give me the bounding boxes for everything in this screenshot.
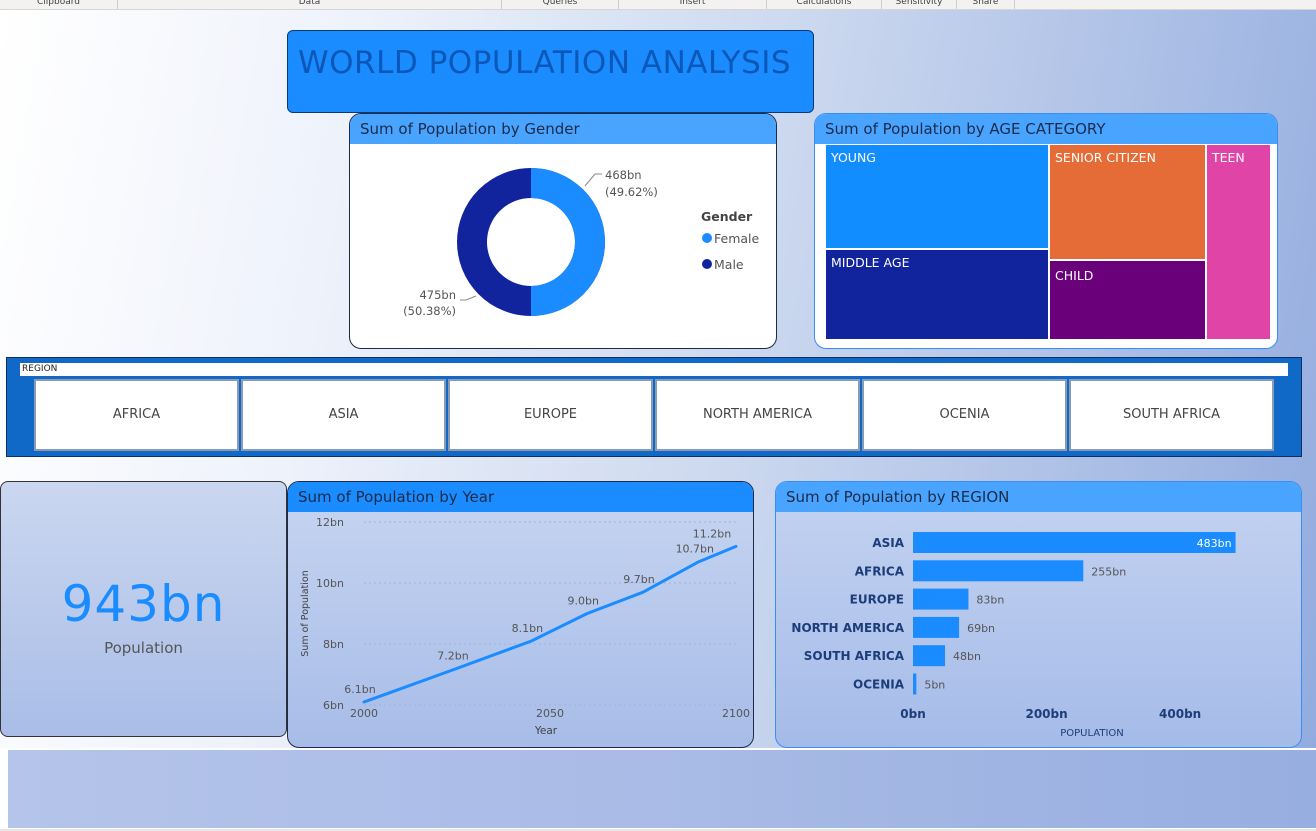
kpi-label: Population bbox=[104, 639, 183, 657]
category-label: NORTH AMERICA bbox=[791, 621, 904, 635]
x-tick-label: 200bn bbox=[1025, 707, 1067, 721]
point-data-label: 9.0bn bbox=[567, 595, 598, 608]
legend-female-swatch bbox=[702, 233, 712, 243]
age-category-chart-card[interactable]: Sum of Population by AGE CATEGORY YOUNG … bbox=[814, 113, 1278, 349]
bar bbox=[913, 560, 1084, 582]
category-label: OCENIA bbox=[853, 678, 905, 692]
y-tick-label: 8bn bbox=[323, 638, 344, 651]
legend-female[interactable]: Female bbox=[714, 231, 760, 246]
bar-value-label: 48bn bbox=[953, 650, 981, 663]
bar-value-label: 5bn bbox=[924, 679, 945, 692]
y-axis-title: Sum of Population bbox=[300, 570, 311, 656]
x-tick-label: 2000 bbox=[350, 707, 378, 720]
category-label: SOUTH AFRICA bbox=[804, 649, 905, 663]
category-label: AFRICA bbox=[855, 564, 905, 578]
y-tick-label: 6bn bbox=[323, 699, 344, 712]
y-tick-label: 12bn bbox=[316, 516, 344, 529]
point-data-label: 11.2bn bbox=[693, 527, 731, 540]
legend-male[interactable]: Male bbox=[714, 257, 744, 272]
canvas-band bbox=[8, 750, 1316, 828]
population-kpi-card[interactable]: 943bn Population bbox=[0, 481, 287, 737]
ribbon-group-queries[interactable]: Queries bbox=[502, 0, 619, 9]
tile-child[interactable]: CHILD bbox=[1049, 260, 1206, 340]
point-data-label: 6.1bn bbox=[344, 683, 375, 696]
x-tick-label: 2100 bbox=[722, 707, 750, 720]
ribbon-group-sensitivity[interactable]: Sensitivity bbox=[882, 0, 957, 9]
region-chart-card[interactable]: Sum of Population by REGION ASIA 483bn AFR… bbox=[775, 481, 1302, 748]
report-title: WORLD POPULATION ANALYSIS bbox=[287, 30, 814, 113]
point-data-label: 8.1bn bbox=[512, 622, 543, 635]
ribbon-group-insert[interactable]: Insert bbox=[619, 0, 767, 9]
bar bbox=[913, 532, 1236, 553]
category-label: ASIA bbox=[872, 536, 904, 550]
bar-value-label: 83bn bbox=[976, 594, 1004, 607]
slicer-option-south-africa[interactable]: SOUTH AFRICA bbox=[1069, 379, 1274, 451]
female-value-label: 468bn bbox=[605, 168, 642, 182]
male-pct-label: (50.38%) bbox=[403, 304, 456, 318]
point-data-label: 9.7bn bbox=[623, 573, 654, 586]
x-tick-label: 0bn bbox=[900, 707, 925, 721]
ribbon-bar: Clipboard Data Queries Insert Calculatio… bbox=[0, 0, 1316, 10]
region-slicer[interactable]: REGION AFRICA ASIA EUROPE NORTH AMERICA … bbox=[6, 357, 1302, 457]
region-bar-chart[interactable]: ASIA 483bn AFRICA 255bn EUROPE 83bn NORTH AMER… bbox=[776, 512, 1302, 748]
tile-middle-age[interactable]: MIDDLE AGE bbox=[825, 249, 1049, 340]
slicer-option-africa[interactable]: AFRICA bbox=[34, 379, 239, 451]
point-data-label: 7.2bn bbox=[437, 649, 468, 662]
ribbon-group-share[interactable]: Share bbox=[957, 0, 1015, 9]
tile-teen[interactable]: TEEN bbox=[1206, 144, 1271, 340]
male-leader-line bbox=[460, 295, 477, 301]
age-treemap[interactable]: YOUNG SENIOR CITIZEN TEEN MIDDLE AGE CHI… bbox=[825, 144, 1271, 342]
point-data-label: 10.7bn bbox=[676, 543, 714, 556]
x-tick-label: 2050 bbox=[536, 707, 564, 720]
bar bbox=[913, 673, 917, 695]
bar bbox=[913, 588, 969, 610]
x-tick-label: 400bn bbox=[1159, 707, 1201, 721]
legend-male-swatch bbox=[702, 259, 712, 269]
male-value-label: 475bn bbox=[419, 288, 456, 302]
age-chart-title: Sum of Population by AGE CATEGORY bbox=[815, 114, 1277, 144]
slicer-option-europe[interactable]: EUROPE bbox=[448, 379, 653, 451]
slicer-option-ocenia[interactable]: OCENIA bbox=[862, 379, 1067, 451]
region-chart-title: Sum of Population by REGION bbox=[776, 482, 1301, 512]
category-label: EUROPE bbox=[850, 593, 904, 607]
bar-value-label: 69bn bbox=[967, 622, 995, 635]
region-slicer-label: REGION bbox=[20, 363, 1288, 376]
female-slice[interactable] bbox=[530, 168, 605, 316]
tile-senior-citizen[interactable]: SENIOR CITIZEN bbox=[1049, 144, 1206, 260]
ribbon-group-data[interactable]: Data bbox=[118, 0, 502, 9]
gender-chart-card[interactable]: Sum of Population by Gender 468bn (49.62… bbox=[349, 113, 777, 349]
legend-title: Gender bbox=[701, 209, 753, 224]
female-leader-line bbox=[584, 173, 602, 187]
gender-chart-title: Sum of Population by Gender bbox=[350, 114, 776, 144]
slicer-option-north-america[interactable]: NORTH AMERICA bbox=[655, 379, 860, 451]
population-line bbox=[362, 544, 738, 704]
ribbon-group-calculations[interactable]: Calculations bbox=[767, 0, 882, 9]
ribbon-group-clipboard[interactable]: Clipboard bbox=[0, 0, 118, 9]
bar-value-label: 255bn bbox=[1091, 565, 1126, 578]
x-axis-title: POPULATION bbox=[1060, 728, 1124, 739]
x-axis-title: Year bbox=[534, 725, 558, 737]
slicer-option-asia[interactable]: ASIA bbox=[241, 379, 446, 451]
year-line-chart[interactable]: 6bn 8bn 10bn 12bn 2000 2050 2100 Year Sum of Pop… bbox=[288, 512, 754, 748]
kpi-value: 943bn bbox=[61, 575, 226, 633]
gender-donut-chart[interactable]: 468bn (49.62%) 475bn (50.38%) Gender Fem… bbox=[350, 144, 777, 349]
year-chart-card[interactable]: Sum of Population by Year 6bn 8bn 10bn 12bn… bbox=[287, 481, 754, 748]
female-pct-label: (49.62%) bbox=[605, 185, 658, 199]
tile-young[interactable]: YOUNG bbox=[825, 144, 1049, 249]
bar bbox=[913, 616, 960, 638]
bar-value-label: 483bn bbox=[1197, 537, 1232, 550]
bar bbox=[913, 645, 946, 667]
y-tick-label: 10bn bbox=[316, 577, 344, 590]
year-chart-title: Sum of Population by Year bbox=[288, 482, 753, 512]
canvas-bottom-band bbox=[0, 748, 1316, 831]
